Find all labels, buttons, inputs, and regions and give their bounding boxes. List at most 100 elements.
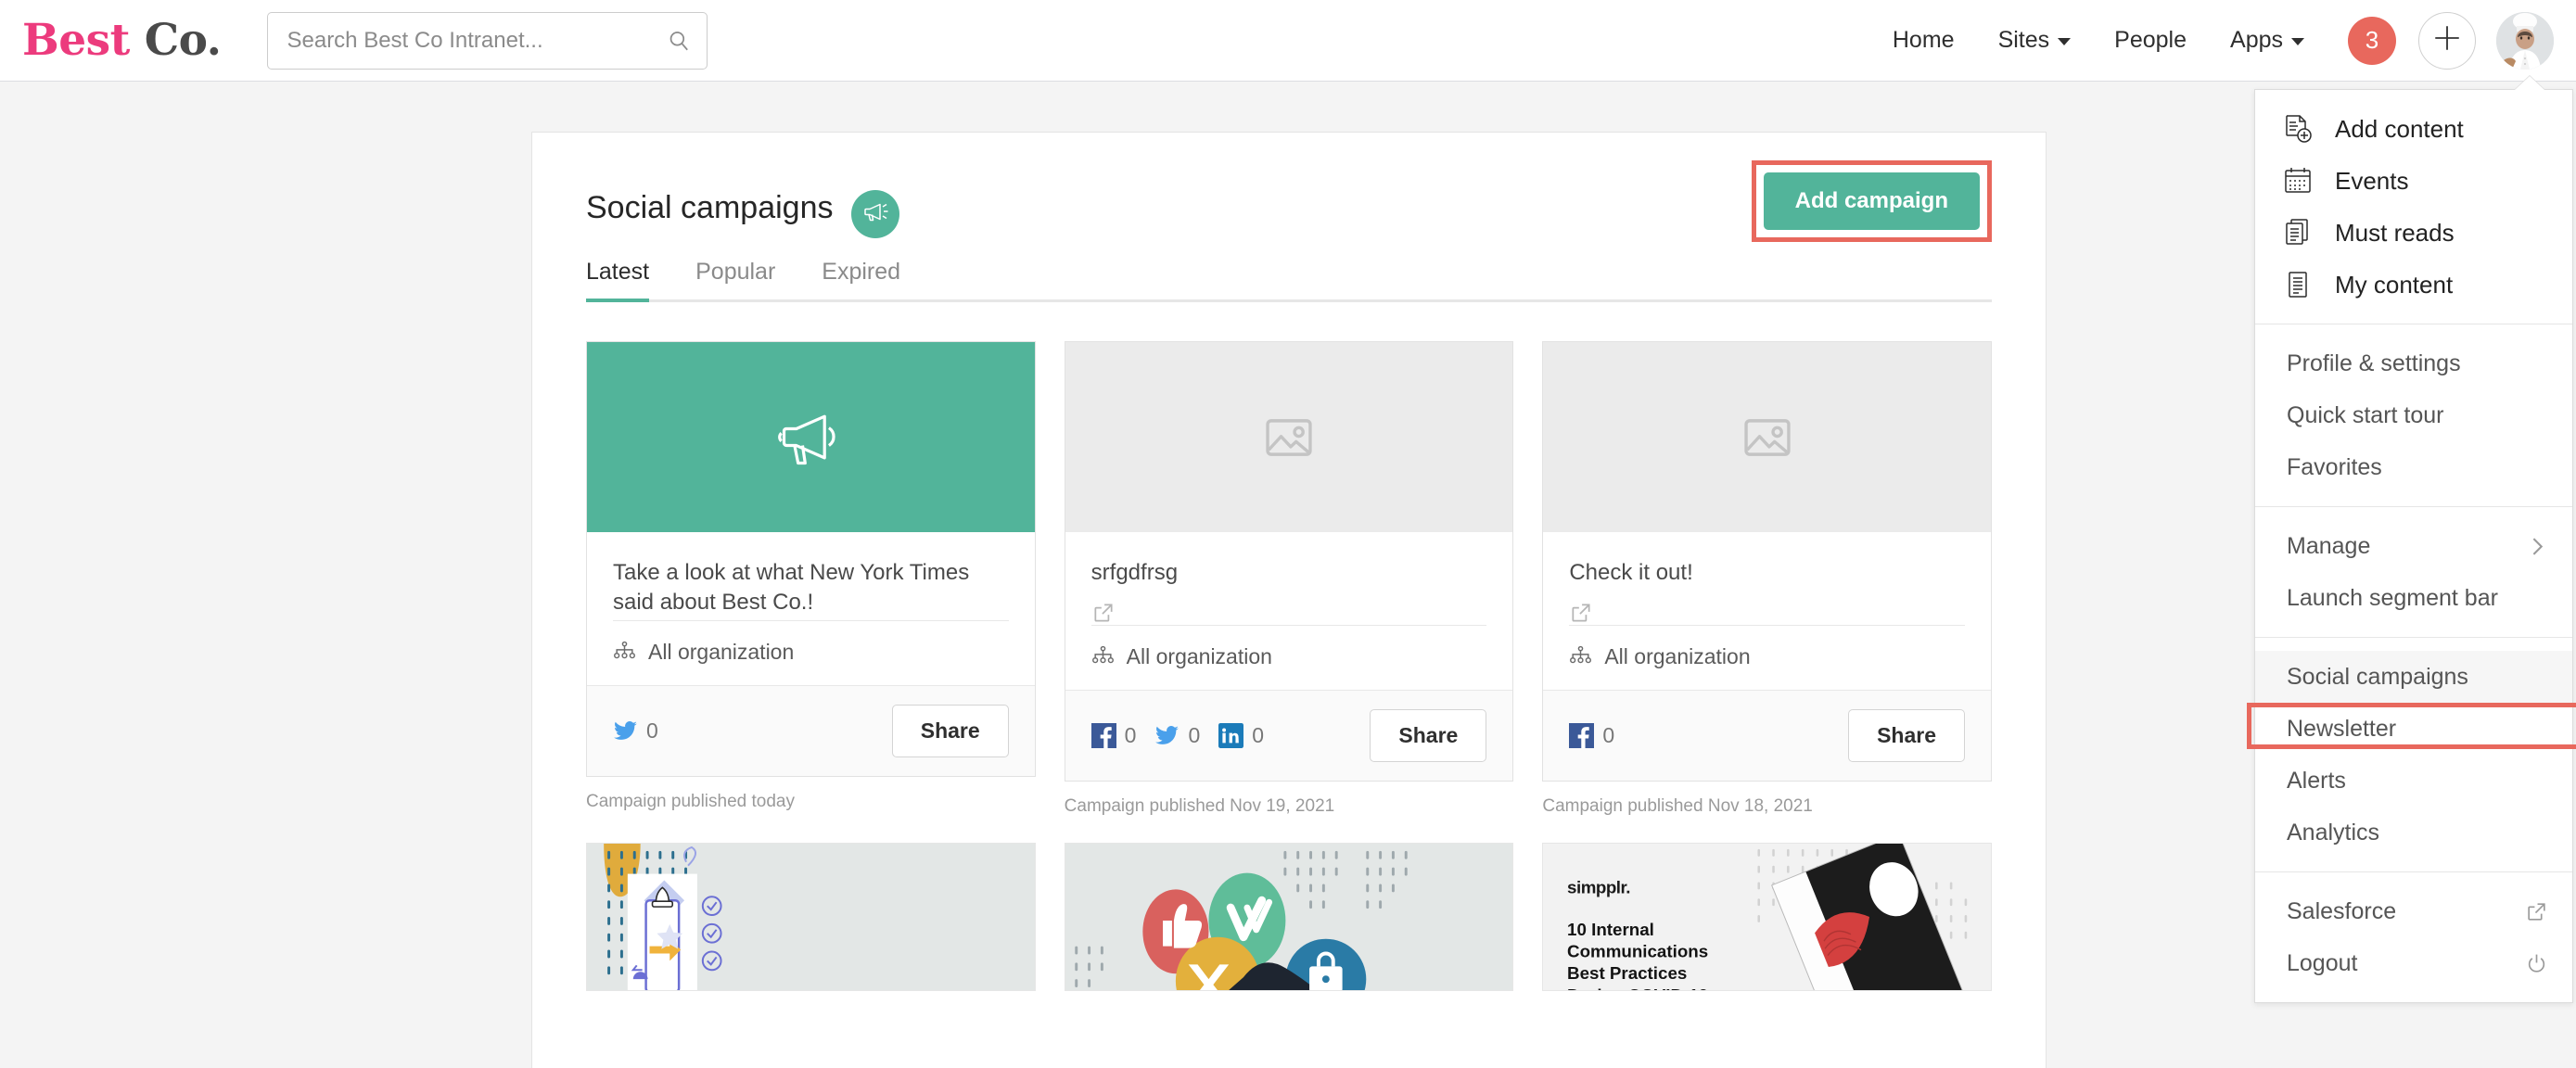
menu-item-launch-segment-bar[interactable]: Launch segment bar <box>2255 572 2572 624</box>
image-placeholder-icon <box>1741 411 1794 464</box>
nav-item-home[interactable]: Home <box>1893 27 1955 54</box>
add-campaign-highlight-box: Add campaign <box>1751 160 1992 242</box>
menu-item-alerts-label: Alerts <box>2287 767 2346 794</box>
user-menu-dropdown: Add content Events Must reads My content… <box>2247 76 2576 1003</box>
campaign-tile-ebook-cover[interactable]: simpplr. 10 Internal Communications Best… <box>1542 843 1993 992</box>
stat-facebook: 0 <box>1569 723 1615 749</box>
campaign-card-footer: 0 Share <box>1543 690 1992 782</box>
tab-popular[interactable]: Popular <box>695 259 775 299</box>
campaign-tabs: Latest Popular Expired <box>586 259 1992 302</box>
dropdown-section-manage: Manage Launch segment bar <box>2255 506 2572 637</box>
menu-item-salesforce[interactable]: Salesforce <box>2255 885 2572 937</box>
campaign-card-audience: All organization <box>1569 626 1965 690</box>
campaign-grid-row2: simpplr. 10 Internal Communications Best… <box>586 843 1993 992</box>
add-campaign-area: Add campaign <box>1751 160 1992 242</box>
stat-twitter: 0 <box>1154 723 1200 748</box>
stat-facebook-count: 0 <box>1124 723 1137 748</box>
share-button[interactable]: Share <box>1848 709 1966 763</box>
campaign-tile-illustration-reaction-bubbles[interactable] <box>1064 843 1514 992</box>
facebook-icon <box>1569 723 1595 749</box>
campaign-card[interactable]: srfgdfrsg All organization 0 0 0 Share <box>1064 341 1514 782</box>
panel-header: Social campaigns Add campaign <box>586 160 1992 242</box>
nav-item-people[interactable]: People <box>2114 27 2187 54</box>
menu-item-profile-settings[interactable]: Profile & settings <box>2255 337 2572 389</box>
campaign-card-title: srfgdfrsg <box>1090 560 1179 585</box>
social-stats: 0 <box>1569 723 1615 749</box>
social-stats: 0 0 0 <box>1090 723 1264 749</box>
dropdown-section-shortcuts: Add content Events Must reads My content <box>2255 90 2572 324</box>
menu-item-analytics[interactable]: Analytics <box>2255 807 2572 858</box>
nav-item-sites-label: Sites <box>1997 27 2050 53</box>
menu-item-newsletter[interactable]: Newsletter <box>2255 703 2572 755</box>
avatar[interactable] <box>2496 11 2554 70</box>
search-icon[interactable] <box>667 29 691 53</box>
external-link-icon[interactable] <box>1091 601 1116 625</box>
menu-item-my-content[interactable]: My content <box>2255 259 2572 311</box>
menu-item-favorites[interactable]: Favorites <box>2255 441 2572 493</box>
menu-item-profile-settings-label: Profile & settings <box>2287 350 2461 376</box>
primary-navigation: Home Sites People Apps 3 <box>1893 0 2576 81</box>
add-button[interactable] <box>2418 11 2476 70</box>
search-input[interactable] <box>267 11 708 70</box>
site-logo[interactable]: Best Co. <box>22 15 222 66</box>
campaign-grid: Take a look at what New York Times said … <box>586 341 1993 817</box>
svg-text:During COVID-19: During COVID-19 <box>1567 985 1708 990</box>
menu-item-logout[interactable]: Logout <box>2255 937 2572 989</box>
stat-facebook-count: 0 <box>1602 723 1615 748</box>
menu-item-salesforce-label: Salesforce <box>2287 897 2397 924</box>
notification-badge[interactable]: 3 <box>2348 16 2396 65</box>
menu-item-manage[interactable]: Manage <box>2255 520 2572 572</box>
org-chart-icon <box>1569 645 1592 668</box>
svg-text:10 Internal: 10 Internal <box>1567 920 1654 939</box>
svg-text:Communications: Communications <box>1567 942 1708 961</box>
stat-twitter-count: 0 <box>646 718 658 743</box>
add-content-icon <box>2281 112 2315 146</box>
menu-item-quick-start-tour-label: Quick start tour <box>2287 401 2444 428</box>
menu-item-add-content[interactable]: Add content <box>2255 103 2572 155</box>
org-chart-icon <box>1091 645 1115 668</box>
social-campaigns-panel: Social campaigns Add campaign Latest Pop… <box>531 132 2047 1068</box>
add-campaign-button[interactable]: Add campaign <box>1763 172 1980 230</box>
external-link-icon[interactable] <box>1569 601 1593 625</box>
stat-twitter: 0 <box>613 718 658 744</box>
campaign-card-column: Take a look at what New York Times said … <box>586 341 1036 817</box>
menu-item-events[interactable]: Events <box>2255 155 2572 207</box>
menu-item-events-label: Events <box>2335 166 2409 195</box>
nav-item-apps-label: Apps <box>2230 27 2283 53</box>
tab-expired[interactable]: Expired <box>822 259 900 299</box>
menu-item-alerts[interactable]: Alerts <box>2255 755 2572 807</box>
twitter-icon <box>613 718 638 744</box>
campaign-card[interactable]: Take a look at what New York Times said … <box>586 341 1036 777</box>
share-button[interactable]: Share <box>1370 709 1487 763</box>
page-title: Social campaigns <box>586 189 834 225</box>
campaign-card-audience-label: All organization <box>1604 644 1751 669</box>
image-placeholder-icon <box>1262 411 1316 464</box>
campaign-card-footer: 0 0 0 Share <box>1065 690 1513 782</box>
plus-icon <box>2431 22 2463 58</box>
campaign-tile-illustration-clipboard-rocket[interactable] <box>586 843 1036 992</box>
menu-item-must-reads[interactable]: Must reads <box>2255 207 2572 259</box>
stat-facebook: 0 <box>1090 723 1137 749</box>
campaign-card-body: Check it out! All organization <box>1543 532 1991 690</box>
tab-latest[interactable]: Latest <box>586 259 650 302</box>
nav-item-apps[interactable]: Apps <box>2230 27 2304 54</box>
menu-item-launch-segment-bar-label: Launch segment bar <box>2287 584 2498 611</box>
campaign-card-media <box>587 342 1035 532</box>
nav-item-sites[interactable]: Sites <box>1998 27 2072 54</box>
chevron-right-icon <box>2525 535 2548 558</box>
menu-item-must-reads-label: Must reads <box>2335 218 2455 247</box>
campaign-card[interactable]: Check it out! All organization 0 Share <box>1542 341 1993 782</box>
facebook-icon <box>1090 723 1116 749</box>
twitter-icon <box>1154 723 1180 748</box>
menu-item-quick-start-tour[interactable]: Quick start tour <box>2255 389 2572 441</box>
share-button[interactable]: Share <box>891 705 1009 757</box>
menu-item-favorites-label: Favorites <box>2287 453 2382 480</box>
campaign-card-audience-label: All organization <box>648 640 795 664</box>
dropdown-section-profile: Profile & settings Quick start tour Favo… <box>2255 324 2572 506</box>
menu-item-social-campaigns[interactable]: Social campaigns <box>2255 651 2572 703</box>
menu-item-social-campaigns-label: Social campaigns <box>2287 663 2468 690</box>
campaign-card-title: Take a look at what New York Times said … <box>613 560 970 616</box>
dropdown-section-external: Salesforce Logout <box>2255 871 2572 1002</box>
stat-twitter-count: 0 <box>1188 723 1201 748</box>
dropdown-section-channels: Social campaigns Newsletter Alerts Analy… <box>2247 637 2576 871</box>
